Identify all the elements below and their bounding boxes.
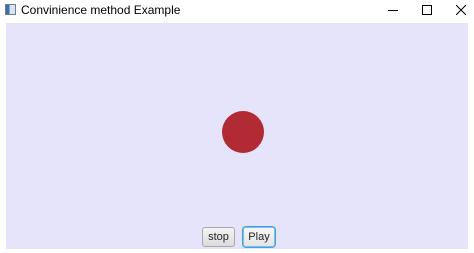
stop-button[interactable]: stop xyxy=(202,227,235,247)
animation-stage: stop Play xyxy=(6,23,468,249)
close-button[interactable] xyxy=(442,0,474,20)
maximize-icon xyxy=(422,5,432,15)
window-title: Convinience method Example xyxy=(21,3,181,17)
close-icon xyxy=(456,5,466,15)
play-button[interactable]: Play xyxy=(243,227,275,247)
maximize-button[interactable] xyxy=(408,0,446,20)
minimize-icon xyxy=(388,10,398,11)
title-bar[interactable]: Convinience method Example xyxy=(0,0,474,22)
animated-ball xyxy=(222,111,264,153)
app-window-icon xyxy=(5,4,16,15)
minimize-button[interactable] xyxy=(374,0,412,20)
app-window: Convinience method Example stop Play xyxy=(0,0,474,253)
